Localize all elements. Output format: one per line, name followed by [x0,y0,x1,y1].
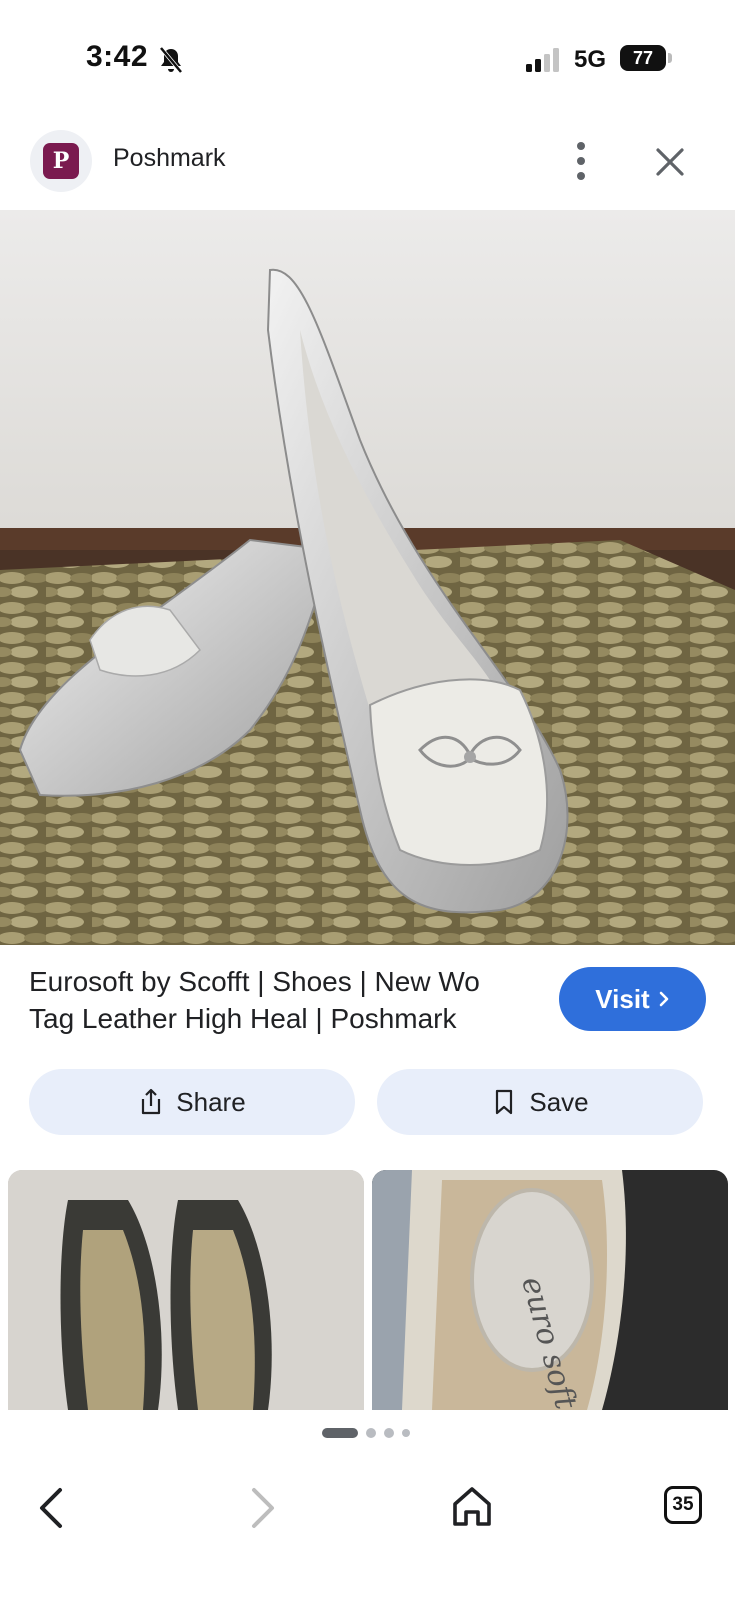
back-arrow-icon[interactable] [34,1480,70,1536]
signal-icon [526,48,559,72]
related-image-1[interactable] [8,1170,364,1410]
site-name[interactable]: Poshmark [113,144,226,173]
silver-loafers-photo [0,210,735,945]
home-icon[interactable] [450,1484,494,1530]
forward-arrow-icon[interactable] [244,1480,280,1536]
insole-photo: euro soft [372,1170,728,1410]
share-icon [142,1088,161,1115]
status-bar: 3:42 5G 77 [0,0,735,110]
close-icon[interactable] [650,142,690,182]
browser-nav-bar: 35 [0,1460,735,1600]
share-label: Share [176,1086,246,1117]
related-image-2[interactable]: euro soft [372,1170,728,1410]
save-button[interactable]: Save [377,1069,703,1135]
dark-pumps-photo [8,1170,364,1410]
battery-icon: 77 [620,45,666,71]
bookmark-icon [496,1089,513,1115]
visit-label: Visit [595,983,650,1014]
visit-button[interactable]: Visit [559,967,706,1031]
site-favicon[interactable]: P [30,130,92,192]
pager-dot [402,1429,410,1437]
pager-dot [366,1428,376,1438]
pager-dot [384,1428,394,1438]
product-image[interactable] [0,210,735,945]
result-title[interactable]: Eurosoft by Scofft | Shoes | New Wo Tag … [29,963,529,1037]
pager-dot-active [322,1428,358,1438]
bell-off-icon [159,46,183,74]
tab-switcher-button[interactable]: 35 [664,1486,702,1524]
poshmark-logo-icon: P [43,143,79,179]
battery-tip [668,53,672,63]
network-label: 5G [574,46,607,73]
result-header: P Poshmark [0,120,735,210]
chevron-right-icon [659,991,669,1007]
status-time: 3:42 [86,40,149,73]
save-label: Save [529,1086,589,1117]
more-vert-icon[interactable] [566,138,596,184]
share-button[interactable]: Share [29,1069,355,1135]
